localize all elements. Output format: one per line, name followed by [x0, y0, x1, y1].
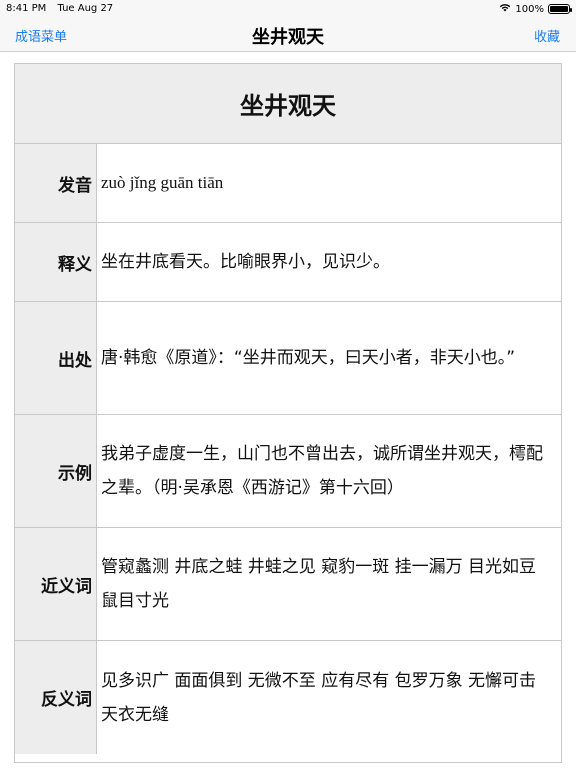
row-value: 我弟子虚度一生，山门也不曾出去，诚所谓坐井观天，樗配之辈。（明·吴承恩《西游记》…	[101, 444, 543, 498]
row-meaning: 释义 坐在井底看天。比喻眼界小，见识少。	[15, 223, 561, 302]
nav-title: 坐井观天	[252, 27, 324, 48]
row-value: 坐在井底看天。比喻眼界小，见识少。	[101, 252, 390, 272]
row-value: 见多识广 面面俱到 无微不至 应有尽有 包罗万象 无懈可击 天衣无缝	[101, 670, 537, 725]
row-label: 反义词	[15, 641, 97, 754]
row-example: 示例 我弟子虚度一生，山门也不曾出去，诚所谓坐井观天，樗配之辈。（明·吴承恩《西…	[15, 415, 561, 528]
status-date: Tue Aug 27	[57, 3, 114, 14]
row-label: 出处	[15, 302, 97, 414]
status-time: 8:41 PM	[6, 3, 47, 14]
idiom-title: 坐井观天	[15, 64, 561, 144]
status-left: 8:41 PM Tue Aug 27	[6, 3, 121, 14]
status-bar: 8:41 PM Tue Aug 27 100%	[0, 0, 576, 18]
row-pronunciation: 发音 zuò jǐng guān tiān	[15, 144, 561, 223]
row-value: 唐·韩愈《原道》：“坐井而观天，曰天小者，非天小也。”	[101, 348, 516, 368]
status-right: 100%	[499, 3, 572, 15]
row-label: 示例	[15, 415, 97, 527]
battery-percent: 100%	[515, 3, 544, 15]
row-synonyms: 近义词 管窥蠡测 井底之蛙 井蛙之见 窥豹一斑 挂一漏万 目光如豆 鼠目寸光	[15, 528, 561, 641]
row-source: 出处 唐·韩愈《原道》：“坐井而观天，曰天小者，非天小也。”	[15, 302, 561, 415]
wifi-icon	[499, 3, 511, 15]
idiom-detail-card: 坐井观天 发音 zuò jǐng guān tiān 释义 坐在井底看天。比喻眼…	[14, 63, 562, 763]
row-antonyms: 反义词 见多识广 面面俱到 无微不至 应有尽有 包罗万象 无懈可击 天衣无缝	[15, 641, 561, 754]
row-value: 管窥蠡测 井底之蛙 井蛙之见 窥豹一斑 挂一漏万 目光如豆 鼠目寸光	[101, 557, 537, 611]
row-label: 发音	[15, 144, 97, 222]
row-label: 释义	[15, 223, 97, 301]
row-label: 近义词	[15, 528, 97, 640]
row-value: zuò jǐng guān tiān	[101, 173, 224, 192]
battery-icon	[548, 4, 572, 14]
favorite-button[interactable]: 收藏	[534, 26, 560, 45]
navigation-bar: 成语菜单 坐井观天 收藏	[0, 18, 576, 52]
